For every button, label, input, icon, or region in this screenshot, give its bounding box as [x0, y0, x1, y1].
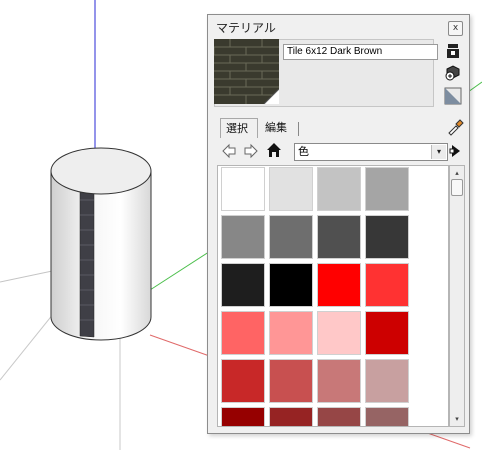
model-materials-icon[interactable]	[444, 42, 462, 60]
color-swatch[interactable]	[221, 215, 265, 259]
cylinder-body[interactable]	[50, 170, 152, 341]
panel-title: マテリアル	[216, 21, 276, 35]
color-swatch[interactable]	[221, 407, 265, 426]
material-grid	[217, 165, 449, 427]
color-swatch[interactable]	[269, 215, 313, 259]
scroll-down-icon[interactable]: ▾	[450, 412, 464, 426]
color-swatch[interactable]	[269, 359, 313, 403]
green-axis	[149, 247, 216, 291]
tab-select[interactable]: 選択	[220, 118, 258, 138]
color-swatch[interactable]	[221, 311, 265, 355]
color-swatch[interactable]	[365, 407, 409, 426]
material-swatch[interactable]	[214, 39, 279, 104]
color-swatch[interactable]	[365, 263, 409, 307]
scroll-up-icon[interactable]: ▴	[450, 166, 464, 180]
color-swatch[interactable]	[221, 359, 265, 403]
color-swatch[interactable]	[269, 167, 313, 211]
color-swatch[interactable]	[365, 167, 409, 211]
color-swatch[interactable]	[317, 215, 361, 259]
create-material-icon[interactable]	[444, 63, 462, 81]
color-swatch[interactable]	[317, 263, 361, 307]
color-swatch[interactable]	[221, 167, 265, 211]
chevron-down-icon[interactable]: ▾	[431, 145, 446, 159]
details-arrow-icon[interactable]	[448, 143, 464, 159]
green-axis-far	[467, 81, 482, 93]
color-swatch[interactable]	[317, 407, 361, 426]
collection-dropdown[interactable]: 色 ▾	[294, 143, 448, 161]
color-swatch[interactable]	[269, 407, 313, 426]
scroll-thumb[interactable]	[451, 179, 463, 196]
color-swatch[interactable]	[317, 359, 361, 403]
tile-texture-strip	[79, 183, 95, 338]
eyedropper-icon[interactable]	[446, 118, 464, 136]
color-swatch[interactable]	[365, 215, 409, 259]
color-swatch[interactable]	[269, 311, 313, 355]
color-swatch[interactable]	[317, 311, 361, 355]
color-swatch[interactable]	[269, 263, 313, 307]
tab-separator	[298, 122, 299, 136]
material-name-field[interactable]: Tile 6x12 Dark Brown	[283, 44, 438, 60]
collection-selected-label: 色	[298, 145, 309, 158]
color-swatch[interactable]	[365, 311, 409, 355]
home-icon[interactable]	[266, 142, 282, 158]
default-material-icon[interactable]	[444, 87, 462, 105]
cylinder-top[interactable]	[50, 147, 152, 195]
close-button[interactable]: x	[448, 21, 463, 36]
back-arrow-icon[interactable]	[221, 143, 237, 159]
color-swatch[interactable]	[221, 263, 265, 307]
forward-arrow-icon[interactable]	[243, 143, 259, 159]
vertical-scrollbar[interactable]: ▴ ▾	[449, 165, 465, 427]
color-swatch[interactable]	[365, 359, 409, 403]
color-swatch[interactable]	[317, 167, 361, 211]
